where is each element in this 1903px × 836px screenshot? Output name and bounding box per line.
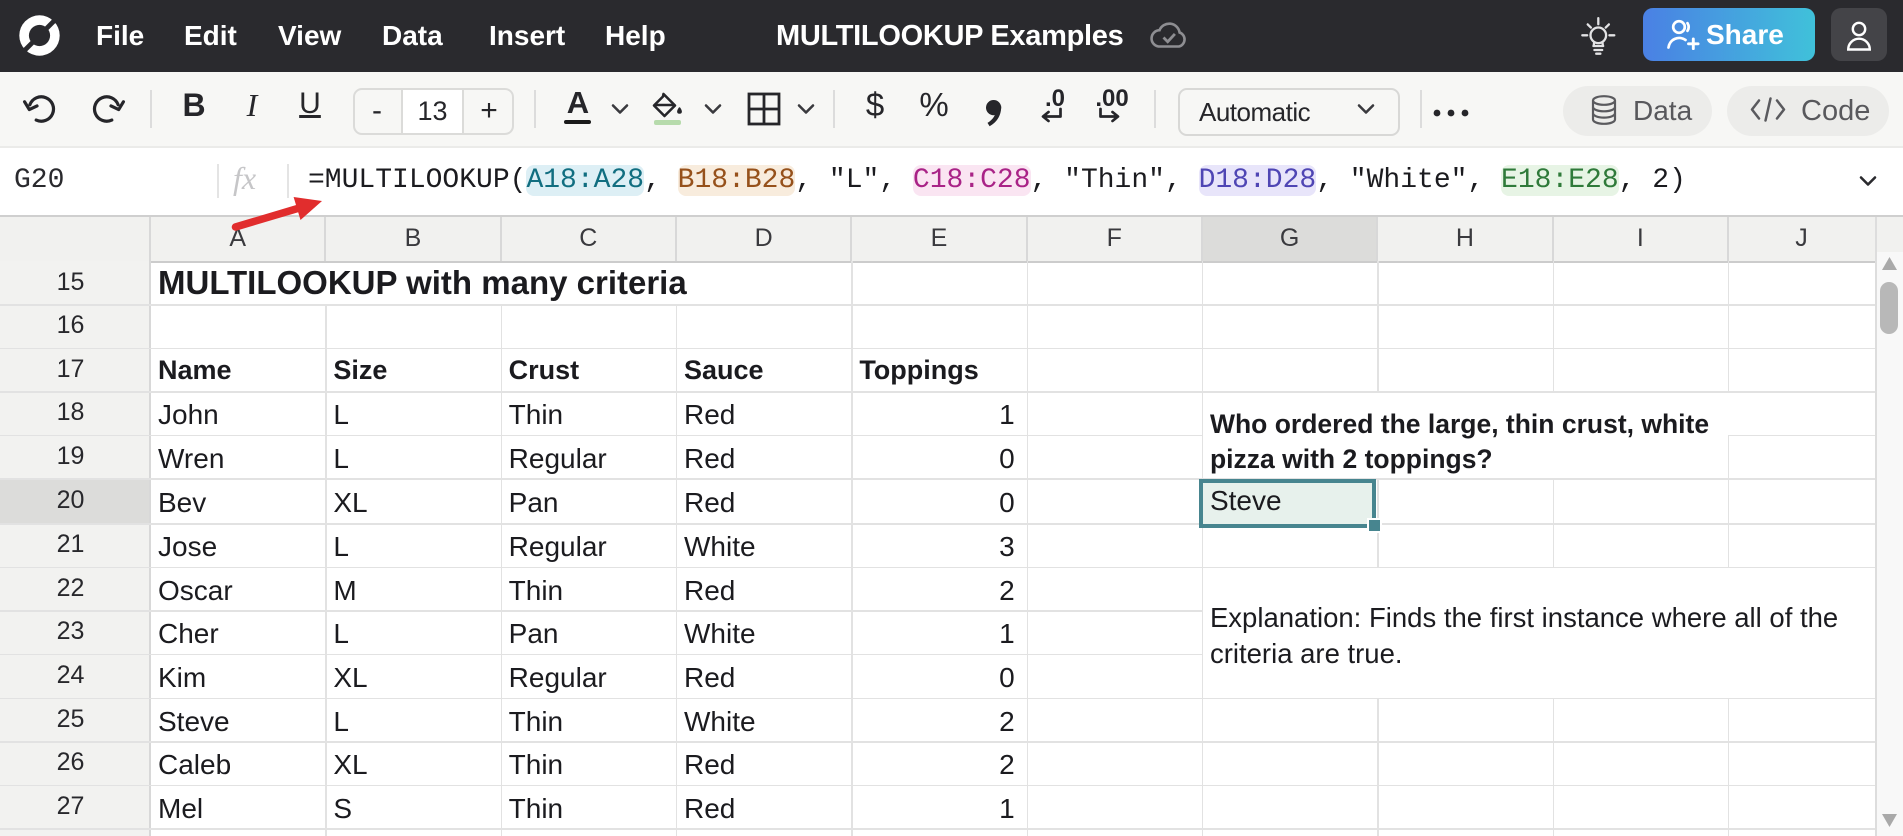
svg-text:.0: .0 <box>1045 89 1065 112</box>
